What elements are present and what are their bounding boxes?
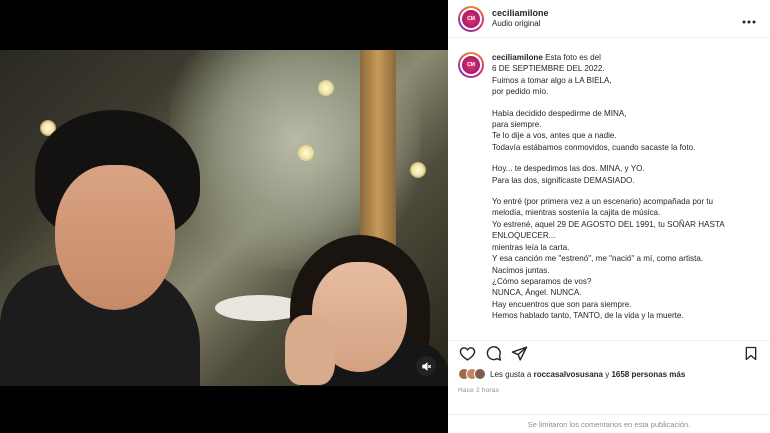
audio-link[interactable]: Audio original	[492, 19, 738, 29]
liker-username-link[interactable]: roccasalvosusana	[534, 370, 603, 379]
caption-line: Y esa canción me "estrenó", me "nació" a…	[492, 254, 704, 264]
caption-line: Hemos hablado tanto, TANTO, de la vida y…	[492, 311, 684, 321]
action-bar	[448, 340, 770, 366]
share-icon[interactable]	[510, 345, 528, 363]
instagram-post-modal: CM ceciliamilone Audio original CM cecil…	[0, 0, 770, 433]
caption-line: 6 DE SEPTIEMBRE DEL 2022.	[492, 64, 605, 74]
caption-line: NUNCA, Ángel. NUNCA.	[492, 288, 582, 298]
avatar[interactable]: CM	[458, 5, 484, 32]
likes-count-link[interactable]: 1658 personas más	[611, 370, 685, 379]
caption-line: Fuimos a tomar algo a LA BIELA,	[492, 75, 612, 85]
caption-line: Yo entré (por primera vez a un escenario…	[492, 197, 714, 207]
caption-line: Para las dos, significaste DEMASIADO.	[492, 175, 635, 185]
comment-icon[interactable]	[484, 345, 502, 363]
caption-line: por pedido mío.	[492, 87, 549, 97]
caption-line: Hay encuentros que son para siempre.	[492, 299, 632, 309]
caption-line: Nacimos juntas.	[492, 265, 550, 275]
caption-line: Hoy... te despedimos las dos. MINA, y YO…	[492, 164, 645, 174]
lamp-light	[410, 162, 426, 178]
caption-username[interactable]: ceciliamilone	[492, 53, 543, 62]
caption-line: ¿Cómo separamos de vos?	[492, 276, 592, 286]
avatar[interactable]	[474, 368, 486, 380]
avatar[interactable]: CM	[458, 52, 484, 78]
liker-avatars	[458, 368, 486, 380]
caption-line: Te lo dije a vos, antes que a nadie.	[492, 131, 617, 141]
likes-prefix: Les gusta a	[490, 369, 532, 379]
lamp-light	[318, 80, 334, 96]
caption-line: Había decidido despedirme de MINA,	[492, 108, 627, 118]
caption-text: ceciliamilone Esta foto es del 6 DE SEPT…	[492, 52, 760, 336]
post-timestamp[interactable]: Hace 2 horas	[458, 387, 499, 394]
caption-line: ceciliamilone Esta foto es del	[492, 53, 601, 62]
lamp-light	[298, 145, 314, 161]
post-details-panel: CM ceciliamilone Audio original CM cecil…	[448, 0, 770, 433]
caption-line: Yo estrené, aquel 29 DE AGOSTO DEL 1991,…	[492, 219, 725, 229]
likes-summary: Les gusta a roccasalvosusana y 1658 pers…	[458, 368, 685, 380]
post-header: CM ceciliamilone Audio original	[448, 0, 770, 38]
caption-line: melodía, mientras sostenía la cajita de …	[492, 208, 661, 218]
caption-line: Todavía estábamos conmovidos, cuando sac…	[492, 142, 696, 152]
avatar-logo: CM	[462, 56, 480, 74]
avatar-logo: CM	[462, 9, 480, 28]
username-link[interactable]: ceciliamilone	[492, 8, 738, 19]
caption-line: para siempre.	[492, 120, 542, 130]
caption-line: ENLOQUECER...	[492, 231, 556, 241]
likes-mid: y	[605, 369, 610, 379]
bookmark-icon[interactable]	[742, 345, 760, 363]
media-panel	[0, 0, 448, 433]
heart-icon[interactable]	[458, 345, 476, 363]
speaker-muted-icon[interactable]	[416, 356, 436, 376]
caption-section: CM ceciliamilone Esta foto es del 6 DE S…	[448, 42, 770, 336]
person-right-hand	[285, 315, 335, 385]
person-left-face	[55, 165, 175, 310]
caption-line: mientras leía la carta.	[492, 242, 570, 252]
post-photo[interactable]	[0, 50, 448, 386]
comments-limited-notice: Se limitaron los comentarios en esta pub…	[448, 414, 770, 433]
more-icon[interactable]	[738, 11, 760, 27]
